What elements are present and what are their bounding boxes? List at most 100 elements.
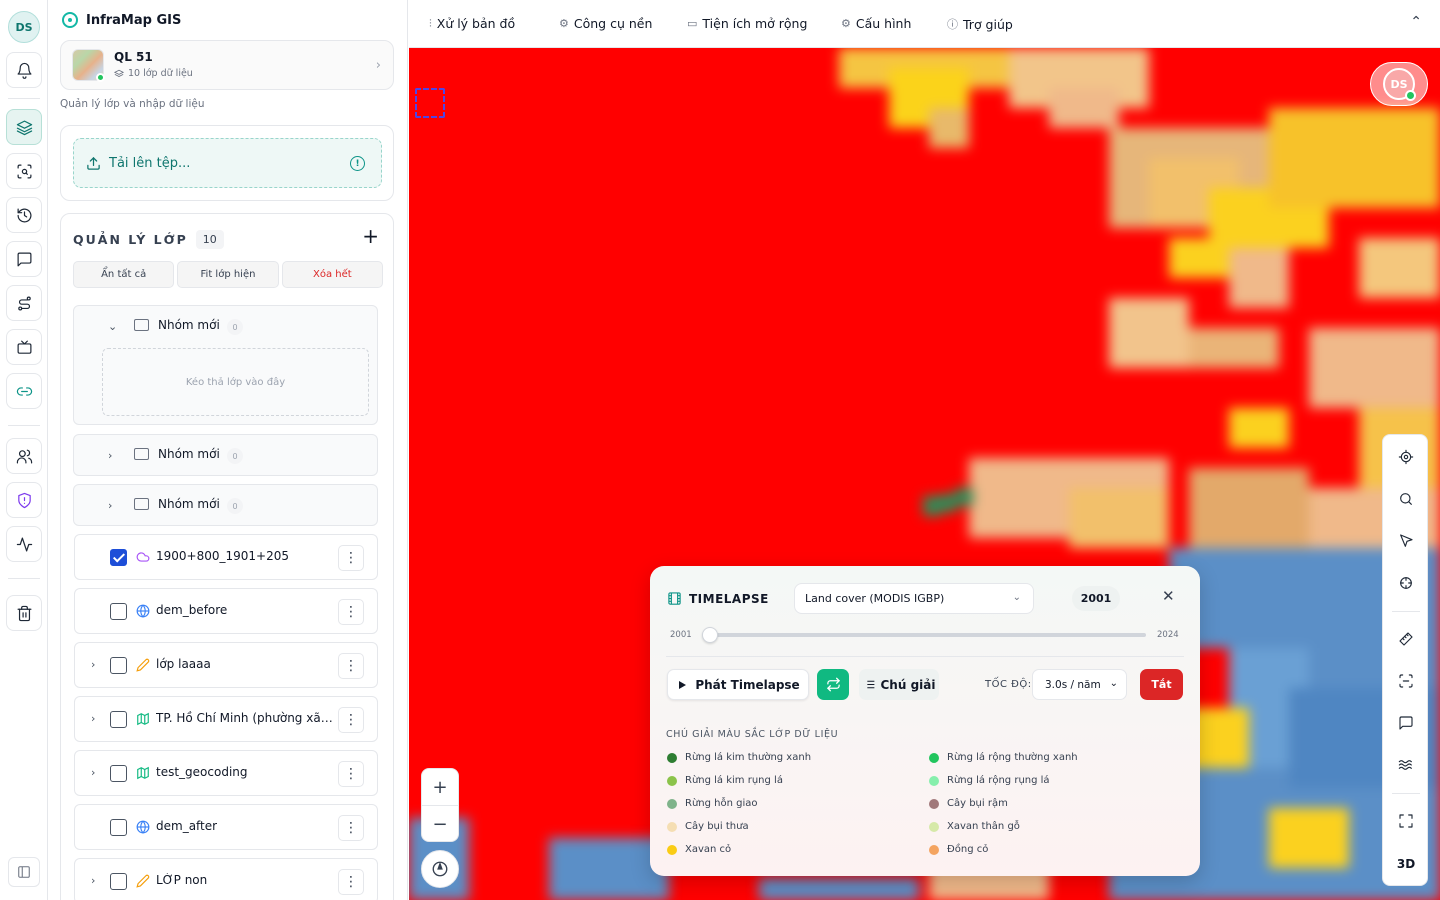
legend-item: Cây bụi thưa [667, 821, 749, 832]
tv-button[interactable] [6, 329, 42, 365]
waves-button[interactable] [1394, 753, 1418, 777]
layer-item[interactable]: › test_geocoding ⋮ [74, 750, 378, 796]
legend-toggle-button[interactable]: Chú giải [859, 669, 939, 700]
layer-group[interactable]: › Nhóm mới 0 [73, 484, 378, 526]
legend-item: Rừng hỗn giao [667, 798, 758, 809]
turn-off-button[interactable]: Tắt [1140, 669, 1183, 700]
layer-visibility-checkbox[interactable] [110, 765, 127, 782]
dataset-select[interactable]: Land cover (MODIS IGBP) ⌄ [794, 583, 1034, 614]
selection-box[interactable] [415, 88, 445, 118]
zoom-in-button[interactable]: + [422, 769, 458, 806]
users-button[interactable] [6, 438, 42, 474]
presence-user[interactable]: DS [1370, 62, 1428, 106]
link-icon [16, 386, 32, 396]
menu-map-processing[interactable]: ⫶ Xử lý bản đồ [429, 16, 515, 31]
trash-button[interactable] [6, 595, 42, 631]
layer-item[interactable]: › TP. Hồ Chí Minh (phường xã) -... ⋮ [74, 696, 378, 742]
legend-item: Xavan cỏ [667, 844, 731, 855]
layer-visibility-checkbox[interactable] [110, 657, 127, 674]
layer-group[interactable]: › Nhóm mới 0 [73, 434, 378, 476]
chat-button[interactable] [6, 241, 42, 277]
year-min-label: 2001 [670, 630, 692, 640]
user-avatar[interactable]: DS [8, 11, 40, 43]
list-icon [864, 680, 874, 689]
layer-item[interactable]: 1900+800_1901+205 ⋮ [74, 534, 378, 580]
route-button[interactable] [6, 285, 42, 321]
scan-search-button[interactable] [6, 153, 42, 189]
delete-all-button[interactable]: Xóa hết [281, 261, 383, 288]
chevron-right-icon[interactable]: › [91, 712, 95, 725]
3d-toggle-button[interactable]: 3D [1383, 857, 1429, 871]
menu-extensions[interactable]: ▭ Tiện ích mở rộng [687, 16, 807, 31]
waves-icon [1398, 760, 1412, 770]
legend-swatch [929, 752, 939, 763]
more-options-button[interactable]: ⋮ [338, 761, 364, 787]
layer-visibility-checkbox[interactable] [110, 873, 127, 890]
crosshair-button[interactable] [1394, 571, 1418, 595]
layer-item[interactable]: dem_before ⋮ [74, 588, 378, 634]
more-options-button[interactable]: ⋮ [338, 653, 364, 679]
menu-base-tools[interactable]: ⚙ Công cụ nền [559, 16, 652, 31]
layer-item[interactable]: dem_after ⋮ [74, 804, 378, 850]
menu-config[interactable]: ⚙ Cấu hình [841, 16, 911, 31]
layer-visibility-checkbox[interactable] [110, 711, 127, 728]
security-button[interactable] [6, 482, 42, 518]
chevron-right-icon[interactable]: › [91, 658, 95, 671]
search-button[interactable] [1394, 487, 1418, 511]
select-button[interactable] [1394, 529, 1418, 553]
folder-icon [134, 319, 149, 331]
more-options-button[interactable]: ⋮ [338, 599, 364, 625]
activity-button[interactable] [6, 526, 42, 562]
more-options-button[interactable]: ⋮ [338, 815, 364, 841]
hide-all-button[interactable]: Ẩn tất cả [73, 261, 175, 288]
project-selector[interactable]: QL 51 10 lớp dữ liệu › [60, 40, 394, 90]
fullscreen-button[interactable] [1394, 809, 1418, 833]
info-icon[interactable]: ! [350, 156, 365, 171]
compass-button[interactable] [421, 850, 459, 888]
ruler-icon [1399, 632, 1413, 646]
menu-label: Công cụ nền [573, 16, 653, 31]
chevron-right-icon[interactable]: › [91, 766, 95, 779]
chevron-up-icon[interactable]: ⌃ [1410, 14, 1422, 30]
year-slider-handle[interactable] [702, 627, 718, 643]
chevron-right-icon[interactable]: › [108, 449, 112, 462]
notifications-button[interactable] [6, 52, 42, 88]
year-max-label: 2024 [1157, 630, 1179, 640]
help-icon: ⓘ [947, 18, 958, 31]
collapse-sidebar-button[interactable] [8, 857, 40, 887]
area-button[interactable] [1394, 669, 1418, 693]
menu-help[interactable]: ⓘ Trợ giúp [947, 16, 1013, 32]
history-button[interactable] [6, 197, 42, 233]
more-options-button[interactable]: ⋮ [338, 707, 364, 733]
close-button[interactable]: ✕ [1162, 589, 1175, 604]
layer-visibility-checkbox[interactable] [110, 549, 127, 566]
drop-zone[interactable]: Kéo thả lớp vào đây [102, 348, 369, 416]
layer-item[interactable]: › LỚP non ⋮ [74, 858, 378, 900]
map-canvas[interactable]: DS + − 3D TIMELAPSE Land cover (MODIS IG… [409, 48, 1440, 900]
year-slider-track[interactable] [706, 633, 1146, 637]
layer-name: lớp laaaa [156, 657, 211, 671]
zoom-out-button[interactable]: − [422, 806, 458, 843]
chevron-right-icon[interactable]: › [91, 874, 95, 887]
measure-button[interactable] [1394, 627, 1418, 651]
upload-button[interactable]: Tải lên tệp... ! [73, 138, 382, 188]
layer-group[interactable]: ⌄ Nhóm mới 0 Kéo thả lớp vào đây [73, 305, 378, 425]
chevron-down-icon[interactable]: ⌄ [108, 320, 117, 333]
layer-visibility-checkbox[interactable] [110, 603, 127, 620]
speed-select[interactable]: 3.0s / năm ⌄ [1032, 669, 1127, 700]
fit-visible-button[interactable]: Fit lớp hiện [177, 261, 279, 288]
link-button[interactable] [6, 373, 42, 409]
fullscreen-icon [1399, 814, 1413, 828]
locate-button[interactable] [1394, 445, 1418, 469]
chevron-right-icon[interactable]: › [108, 499, 112, 512]
loop-toggle-button[interactable] [817, 669, 849, 700]
play-timelapse-button[interactable]: Phát Timelapse [667, 669, 809, 700]
more-options-button[interactable]: ⋮ [338, 545, 364, 571]
layer-visibility-checkbox[interactable] [110, 819, 127, 836]
comment-button[interactable] [1394, 711, 1418, 735]
add-layer-button[interactable]: + [362, 226, 379, 246]
layer-item[interactable]: › lớp laaaa ⋮ [74, 642, 378, 688]
layers-button[interactable] [6, 109, 42, 145]
more-options-button[interactable]: ⋮ [338, 869, 364, 895]
panel-subtitle: Quản lý lớp và nhập dữ liệu [60, 98, 205, 110]
